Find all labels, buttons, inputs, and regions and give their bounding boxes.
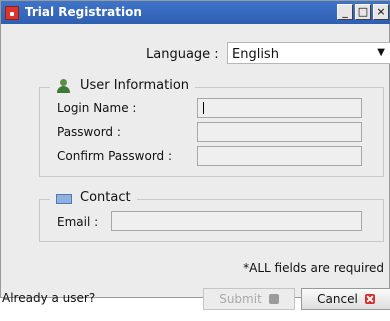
title-bar[interactable]: Trial Registration _ □ ×: [1, 1, 390, 24]
language-value: English: [232, 47, 279, 62]
login-name-label: Login Name :: [57, 101, 137, 115]
maximize-button[interactable]: □: [355, 4, 371, 20]
minimize-button[interactable]: _: [337, 4, 353, 20]
already-user-link[interactable]: Already a user?: [2, 291, 95, 305]
confirm-password-input[interactable]: [197, 146, 362, 166]
submit-icon: [268, 294, 279, 304]
submit-label: Submit: [219, 292, 262, 306]
contact-legend: Contact: [50, 190, 137, 205]
login-name-input[interactable]: [197, 98, 362, 118]
language-select[interactable]: English ▼: [227, 42, 390, 64]
mail-icon: [56, 193, 72, 204]
user-icon: [56, 78, 72, 93]
required-note: *ALL fields are required: [243, 261, 384, 275]
text-caret: [203, 102, 204, 114]
cancel-label: Cancel: [317, 292, 358, 306]
language-label: Language :: [146, 47, 219, 62]
contact-title: Contact: [80, 190, 131, 205]
password-label: Password :: [57, 125, 121, 139]
registration-window: Trial Registration _ □ × Language : Engl…: [0, 0, 390, 310]
password-input[interactable]: [197, 122, 362, 142]
close-button[interactable]: ×: [373, 4, 389, 20]
chevron-down-icon[interactable]: ▼: [377, 47, 385, 58]
submit-button[interactable]: Submit: [203, 288, 295, 310]
cancel-icon: [364, 294, 375, 304]
user-information-legend: User Information: [50, 78, 196, 93]
user-information-title: User Information: [80, 78, 190, 93]
email-input[interactable]: [111, 211, 362, 231]
confirm-password-label: Confirm Password :: [57, 149, 173, 163]
app-icon: [5, 6, 19, 20]
window-title: Trial Registration: [25, 5, 142, 19]
email-label: Email :: [57, 215, 99, 229]
cancel-button[interactable]: Cancel: [301, 288, 390, 310]
